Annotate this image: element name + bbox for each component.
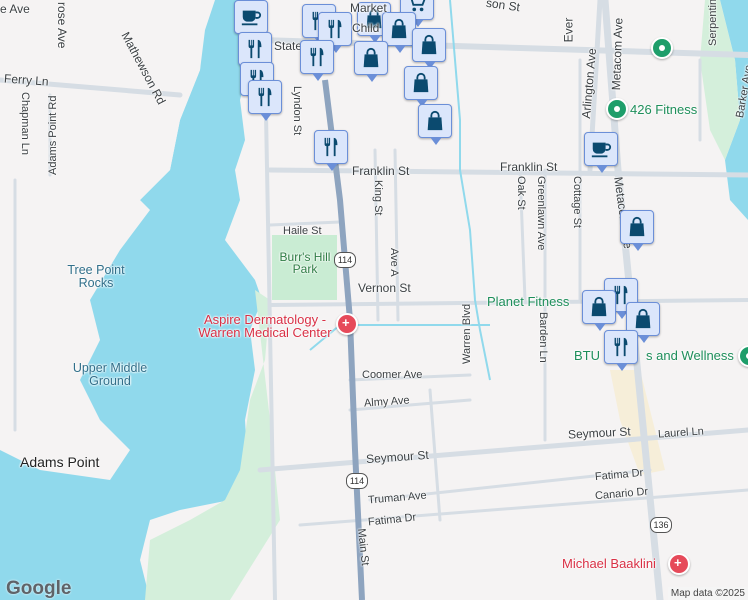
restaurant-icon xyxy=(610,336,632,358)
route-shield-136: 136 xyxy=(650,517,672,533)
shopping-bag-icon xyxy=(388,18,410,40)
poi-aspire-dermatology-label[interactable]: Aspire Dermatology - Warren Medical Cent… xyxy=(190,313,340,339)
street-label: Seymour St xyxy=(567,424,632,442)
shopping-bag-marker[interactable] xyxy=(582,290,616,331)
shopping-bag-icon xyxy=(424,110,446,132)
coffee-icon xyxy=(590,138,612,160)
shopping-bag-icon xyxy=(410,72,432,94)
shopping-bag-icon xyxy=(626,216,648,238)
street-label: Oak St xyxy=(515,176,527,210)
coffee-icon xyxy=(240,6,262,28)
street-label: Child xyxy=(352,21,380,35)
place-burrs-hill-park: Burr's Hill Park xyxy=(279,250,331,276)
shopping-bag-icon xyxy=(360,47,382,69)
place-adams-point: Adams Point xyxy=(20,454,100,470)
shopping-bag-marker[interactable] xyxy=(404,66,438,107)
restaurant-icon xyxy=(244,38,266,60)
street-label: rose Ave xyxy=(55,2,69,49)
street-label: Ave A xyxy=(388,248,400,277)
coffee-marker[interactable] xyxy=(584,132,618,173)
shopping-bag-icon xyxy=(588,296,610,318)
street-label: Lyndon St xyxy=(291,86,303,136)
restaurant-marker[interactable] xyxy=(604,330,638,371)
route-shield-114: 114 xyxy=(334,252,356,268)
shopping-bag-marker[interactable] xyxy=(354,41,388,82)
street-label: Chapman Ln xyxy=(19,92,31,155)
street-label: State xyxy=(274,39,303,53)
restaurant-marker[interactable] xyxy=(314,130,348,171)
shopping-bag-marker[interactable] xyxy=(412,28,446,69)
street-label: Cottage St xyxy=(571,176,583,228)
restaurant-marker[interactable] xyxy=(248,80,282,121)
shopping-bag-icon xyxy=(418,34,440,56)
street-label: Adams Point Rd xyxy=(47,95,59,175)
street-label: King St xyxy=(372,180,384,216)
street-label: Greenlawn Ave xyxy=(535,176,547,251)
map-attribution[interactable]: Map data ©2025 xyxy=(667,587,748,600)
shopping-bag-marker[interactable] xyxy=(418,104,452,145)
street-label: Haile St xyxy=(283,225,322,237)
street-label: Ever xyxy=(561,17,576,43)
street-label: Franklin St xyxy=(500,160,558,174)
street-label: Franklin St xyxy=(352,164,410,178)
medical-pin-icon[interactable] xyxy=(336,313,358,335)
street-label: Vernon St xyxy=(358,281,411,295)
shopping-bag-marker[interactable] xyxy=(382,12,416,53)
shopping-bag-icon xyxy=(632,308,654,330)
shopping-bag-marker[interactable] xyxy=(620,210,654,251)
street-label: Metacom Ave xyxy=(609,17,626,91)
restaurant-icon xyxy=(306,46,328,68)
street-label: Market xyxy=(350,1,387,15)
route-shield-114: 114 xyxy=(346,473,368,489)
street-label: Barden Ln xyxy=(537,312,549,363)
poi-btu-label-tail[interactable]: s and Wellness xyxy=(646,349,734,362)
street-label: Ferry Ln xyxy=(3,71,50,89)
restaurant-icon xyxy=(320,136,342,158)
poi-btu-label[interactable]: BTU xyxy=(574,349,600,362)
place-pin-icon[interactable] xyxy=(651,37,673,59)
street-label: e Ave xyxy=(0,2,30,16)
poi-426-fitness-label[interactable]: 426 Fitness xyxy=(630,103,697,116)
restaurant-icon xyxy=(254,86,276,108)
street-label: Warren Blvd xyxy=(461,303,473,364)
google-logo: Google xyxy=(6,578,72,599)
restaurant-icon xyxy=(324,18,346,40)
poi-michael-baaklini-label[interactable]: Michael Baaklini xyxy=(562,557,656,570)
restaurant-marker[interactable] xyxy=(300,40,334,81)
restaurant-marker[interactable] xyxy=(238,32,272,73)
street-label: Serpentine xyxy=(707,0,719,46)
medical-pin-icon[interactable] xyxy=(668,553,690,575)
street-label: Coomer Ave xyxy=(362,369,423,381)
poi-planet-fitness-label[interactable]: Planet Fitness xyxy=(487,295,569,308)
place-upper-middle-ground: Upper Middle Ground xyxy=(72,361,148,388)
place-tree-point-rocks: Tree Point Rocks xyxy=(67,263,125,290)
fitness-pin-icon[interactable] xyxy=(606,98,628,120)
coffee-marker[interactable] xyxy=(234,0,268,41)
